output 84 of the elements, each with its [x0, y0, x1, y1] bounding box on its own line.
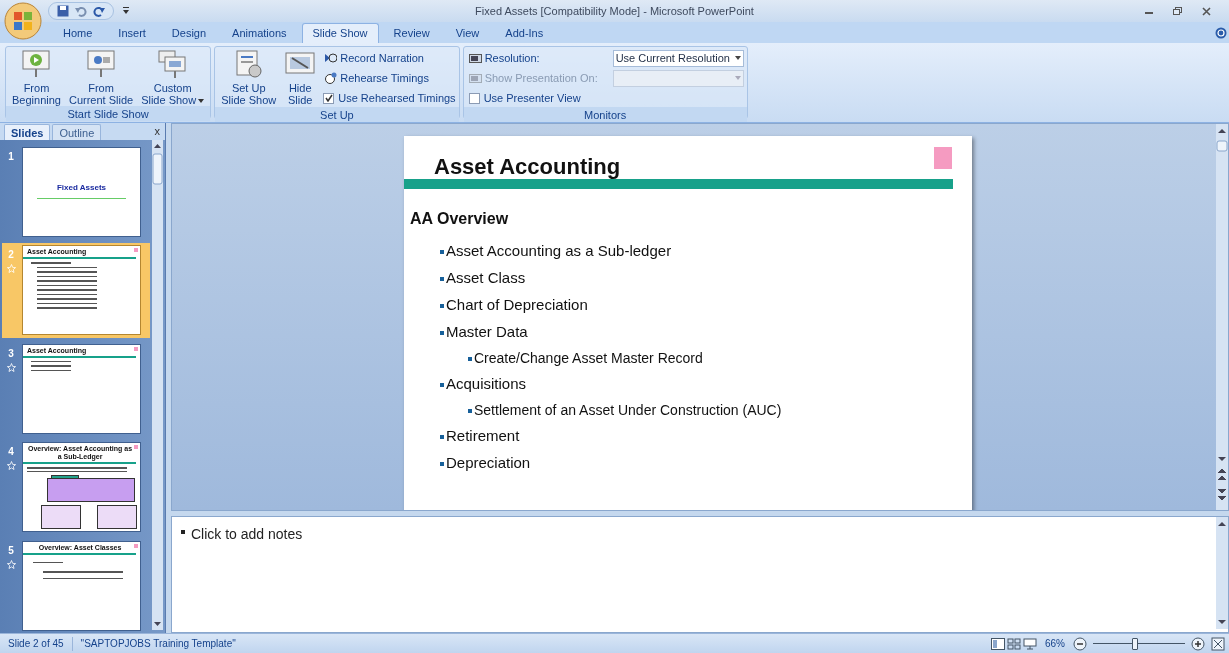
bullet-icon — [440, 461, 444, 466]
slide-number: 1 — [8, 150, 14, 164]
bullet-text: Asset Class — [446, 268, 526, 289]
bullet-text: Acquisitions — [446, 374, 527, 395]
slide-counter: Slide 2 of 45 — [7, 637, 65, 651]
ribbon-button[interactable]: Custom Slide Show — [138, 49, 208, 106]
command-button[interactable]: Record Narration — [323, 49, 456, 67]
ribbon-tab[interactable]: Add-Ins — [494, 23, 555, 43]
ribbon-tab[interactable]: Design — [160, 23, 218, 43]
slide-sorter-icon[interactable] — [1007, 637, 1021, 650]
dropdown-field[interactable]: Use Current Resolution — [612, 49, 744, 67]
bullet-text: Chart of Depreciation — [446, 295, 588, 316]
checkbox-label: Use Presenter View — [483, 90, 581, 106]
bullet-text: Asset Accounting as a Sub-ledger — [446, 241, 672, 262]
bullet-icon — [440, 330, 444, 335]
bullet-icon — [440, 249, 444, 254]
zoom-out-icon[interactable] — [1073, 636, 1087, 651]
checkbox-label: Use Rehearsed Timings — [338, 90, 456, 106]
monitor-icon — [468, 52, 482, 64]
bullet-text: Create/Change Asset Master Record — [474, 349, 703, 368]
window-title: Fixed Assets [Compatibility Mode] - Microsoft PowerPoint — [475, 5, 754, 17]
group-label: Start Slide Show — [6, 106, 211, 121]
monitor-icon — [468, 72, 482, 84]
close-icon[interactable] — [1202, 6, 1211, 16]
ribbon-button[interactable]: Set Up Slide Show — [218, 49, 280, 106]
slide-number: 3 — [8, 346, 14, 361]
normal-view-icon[interactable] — [991, 637, 1005, 650]
redo-icon[interactable] — [93, 5, 105, 17]
help-icon[interactable] — [1215, 27, 1227, 39]
zoom-in-icon[interactable] — [1191, 636, 1205, 651]
bullet-icon — [440, 276, 444, 281]
dropdown-field[interactable] — [612, 69, 744, 87]
bullet-text: Master Data — [446, 322, 528, 343]
bullet-text: Settlement of an Asset Under Construction (AUC) — [474, 401, 782, 420]
checkbox[interactable] — [468, 92, 480, 104]
field-label: Resolution: — [484, 50, 541, 66]
undo-icon[interactable] — [75, 5, 87, 17]
close-button[interactable]: x — [154, 122, 160, 139]
ribbon-tab[interactable]: Insert — [107, 23, 157, 43]
bullet-icon — [440, 382, 444, 387]
group-label: Monitors — [463, 107, 747, 122]
zoom-level: 66% — [1045, 637, 1065, 651]
slide-number: 4 — [8, 445, 14, 460]
bullet-icon — [440, 434, 444, 439]
bullet-icon — [468, 408, 472, 413]
ribbon-button[interactable]: From Current Slide — [65, 49, 137, 106]
group-label: Set Up — [215, 107, 459, 122]
slide-heading: AA Overview — [410, 209, 510, 229]
scrollbar[interactable] — [152, 140, 163, 630]
checkbox[interactable] — [323, 92, 335, 104]
ribbon-tab[interactable]: Animations — [221, 23, 298, 43]
ribbon-button[interactable]: Hide Slide — [281, 49, 320, 106]
fit-window-icon[interactable] — [1211, 636, 1225, 651]
pane-tab[interactable]: Outline — [52, 124, 102, 140]
slide-number: 5 — [8, 543, 14, 558]
bullet-icon — [440, 303, 444, 308]
bullet-icon — [468, 356, 472, 361]
customize-icon[interactable] — [122, 7, 130, 15]
slide-marker — [934, 147, 952, 169]
template-name: "SAPTOPJOBS Training Template" — [79, 637, 237, 651]
restore-icon[interactable] — [1173, 7, 1182, 15]
zoom-slider[interactable] — [1093, 637, 1185, 650]
save-icon[interactable] — [57, 5, 69, 17]
check-icon — [324, 94, 333, 102]
slider-thumb[interactable] — [1131, 637, 1138, 650]
pane-tab[interactable]: Slides — [4, 124, 51, 140]
ribbon-tab[interactable]: Slide Show — [301, 23, 379, 43]
bullet-text: Depreciation — [446, 453, 531, 474]
field-label: Show Presentation On: — [484, 70, 599, 86]
ribbon-tab[interactable]: Home — [52, 23, 104, 43]
ribbon-tab[interactable]: View — [444, 23, 491, 43]
thumbnail-title: Fixed Assets — [56, 182, 107, 194]
slide-number: 2 — [8, 248, 14, 263]
caret-icon — [734, 56, 741, 60]
caret-icon — [734, 76, 741, 80]
ribbon-button[interactable]: From Beginning — [9, 49, 64, 106]
bullet-text: Retirement — [446, 426, 520, 447]
command-button[interactable]: Rehearse Timings — [323, 69, 456, 87]
ribbon-tab[interactable]: Review — [382, 23, 441, 43]
slide-show-view-icon[interactable] — [1023, 637, 1037, 650]
slide-title: Asset Accounting — [434, 156, 621, 178]
command-icon — [324, 72, 338, 84]
scrollbar[interactable] — [1216, 124, 1228, 510]
command-icon — [324, 52, 338, 64]
